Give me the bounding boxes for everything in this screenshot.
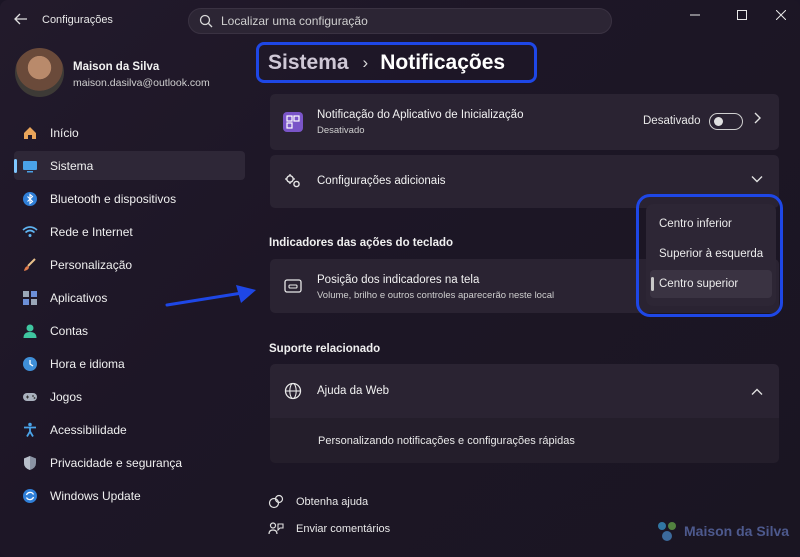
user-email: maison.dasilva@outlook.com (73, 77, 210, 89)
back-button[interactable] (8, 6, 34, 32)
app-title: Configurações (42, 14, 113, 26)
help-icon (268, 494, 284, 510)
search-icon (199, 14, 213, 28)
sidebar-item-label: Bluetooth e dispositivos (50, 191, 177, 206)
close-icon (776, 10, 786, 20)
globe-clock-icon (22, 356, 38, 372)
chevron-down-icon (751, 172, 763, 186)
sidebar-item-label: Jogos (50, 389, 83, 404)
minimize-icon (690, 14, 700, 16)
feedback-label: Enviar comentários (296, 523, 391, 535)
additional-settings-title: Configurações adicionais (317, 175, 446, 187)
startup-notification-toggle[interactable] (709, 113, 743, 130)
get-help-label: Obtenha ajuda (296, 496, 369, 508)
watermark-logo-icon (658, 522, 676, 541)
sidebar-item-personalizacao[interactable]: Personalização (14, 250, 245, 279)
maximize-button[interactable] (727, 4, 757, 26)
globe-icon (283, 381, 303, 401)
chevron-up-icon (751, 385, 763, 399)
sidebar-item-label: Rede e Internet (50, 224, 133, 239)
sidebar-item-bluetooth[interactable]: Bluetooth e dispositivos (14, 184, 245, 213)
update-icon (22, 488, 38, 504)
chevron-right-icon (753, 112, 761, 127)
annotation-arrow-icon (165, 285, 256, 307)
section-heading-keyboard: Indicadores das ações do teclado (269, 237, 454, 249)
apps-icon (22, 290, 38, 306)
sidebar-nav: Início Sistema Bluetooth e dispositivos … (14, 118, 245, 514)
user-name: Maison da Silva (73, 61, 160, 73)
sidebar-item-label: Início (50, 125, 79, 140)
sidebar-item-label: Contas (50, 323, 89, 338)
section-heading-support: Suporte relacionado (269, 343, 381, 355)
watermark: Maison da Silva (654, 518, 789, 544)
startup-notification-title: Notificação do Aplicativo de Inicializaç… (317, 109, 524, 121)
settings-window: Configurações Localizar uma configuração… (0, 0, 800, 557)
sidebar-item-hora[interactable]: Hora e idioma (14, 349, 245, 378)
bluetooth-icon (22, 191, 38, 207)
indicator-position-title: Posição dos indicadores na tela (317, 274, 480, 286)
sidebar-item-privacidade[interactable]: Privacidade e segurança (14, 448, 245, 477)
feedback-icon (268, 521, 284, 537)
sidebar-item-label: Privacidade e segurança (50, 455, 183, 470)
breadcrumb: Sistema › Notificações (256, 42, 537, 83)
toggle-status-label: Desativado (643, 115, 701, 127)
back-arrow-icon (14, 13, 27, 25)
sidebar-item-label: Hora e idioma (50, 356, 125, 371)
sidebar-item-acessibilidade[interactable]: Acessibilidade (14, 415, 245, 444)
breadcrumb-separator: › (362, 52, 369, 72)
brush-icon (22, 257, 38, 273)
sidebar-item-sistema[interactable]: Sistema (14, 151, 245, 180)
indicator-position-subtitle: Volume, brilho e outros controles aparec… (317, 290, 555, 301)
web-help-link[interactable]: Personalizando notificações e configuraç… (318, 435, 575, 447)
startup-app-icon (283, 112, 303, 132)
close-button[interactable] (766, 4, 796, 26)
home-icon (22, 125, 38, 141)
account-icon (22, 323, 38, 339)
breadcrumb-parent[interactable]: Sistema (268, 51, 349, 75)
system-icon (22, 158, 38, 174)
maximize-icon (737, 10, 747, 20)
indicator-display-icon (283, 276, 303, 296)
dropdown-option-superior-esquerda[interactable]: Superior à esquerda (650, 240, 772, 268)
sidebar-item-rede[interactable]: Rede e Internet (14, 217, 245, 246)
avatar[interactable] (15, 48, 64, 97)
gamepad-icon (22, 389, 38, 405)
watermark-text: Maison da Silva (684, 523, 790, 539)
shield-icon (22, 455, 38, 471)
title-bar: Configurações Localizar uma configuração (0, 0, 800, 38)
dropdown-option-centro-inferior[interactable]: Centro inferior (650, 210, 772, 238)
sidebar-item-label: Sistema (50, 158, 94, 173)
feedback-link[interactable]: Enviar comentários (268, 521, 390, 537)
sidebar-item-label: Personalização (50, 257, 133, 272)
sidebar-item-label: Windows Update (50, 488, 141, 503)
network-icon (22, 224, 38, 240)
indicator-position-dropdown[interactable]: Centro inferior Superior à esquerda Cent… (646, 204, 776, 306)
accessibility-icon (22, 422, 38, 438)
sidebar-item-contas[interactable]: Contas (14, 316, 245, 345)
search-input[interactable]: Localizar uma configuração (188, 8, 612, 34)
web-help-expanded: Personalizando notificações e configuraç… (270, 418, 779, 463)
minimize-button[interactable] (680, 4, 710, 26)
sidebar-item-label: Acessibilidade (50, 422, 127, 437)
get-help-link[interactable]: Obtenha ajuda (268, 494, 368, 510)
startup-notification-subtitle: Desativado (317, 125, 365, 136)
gears-icon (283, 171, 303, 191)
sidebar-item-windows-update[interactable]: Windows Update (14, 481, 245, 510)
sidebar-item-label: Aplicativos (50, 290, 108, 305)
sidebar-item-jogos[interactable]: Jogos (14, 382, 245, 411)
web-help-title: Ajuda da Web (317, 385, 390, 397)
sidebar-item-inicio[interactable]: Início (14, 118, 245, 147)
startup-notification-card[interactable]: Notificação do Aplicativo de Inicializaç… (270, 94, 779, 150)
web-help-card[interactable]: Ajuda da Web (270, 364, 779, 418)
search-placeholder: Localizar uma configuração (221, 14, 368, 28)
dropdown-option-centro-superior[interactable]: Centro superior (650, 270, 772, 298)
page-title: Notificações (380, 50, 506, 74)
